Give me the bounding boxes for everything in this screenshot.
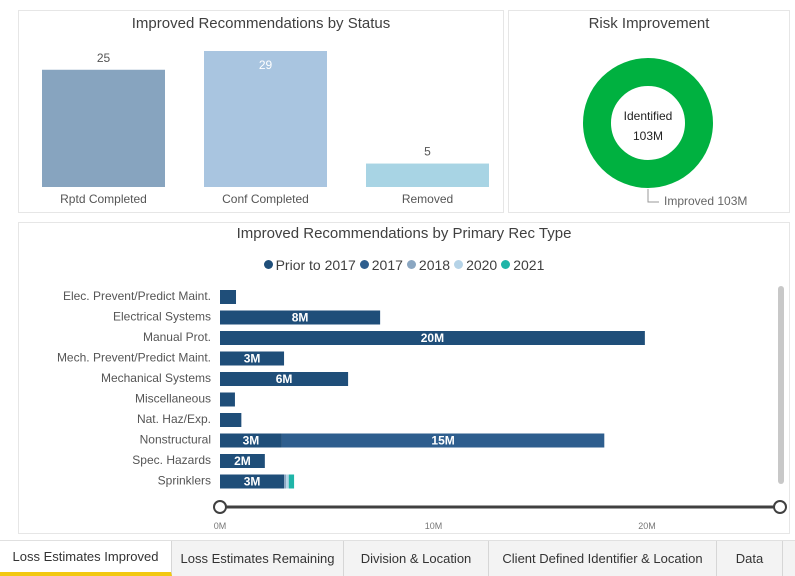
status-category-label: Removed [402,192,453,206]
x-axis-tick-label: 0M [214,521,227,531]
category-axis-label: Spec. Hazards [132,453,211,467]
x-axis-tick-label: 10M [425,521,443,531]
bar-data-label: 20M [421,331,444,345]
category-axis-label: Mechanical Systems [101,371,211,385]
slice-leader-line [647,189,659,203]
rec-type-bar-segment[interactable] [284,474,287,489]
category-axis-label: Electrical Systems [113,310,211,324]
status-category-label: Rptd Completed [60,192,147,206]
x-axis-tick-label: 20M [638,521,656,531]
tab-loss-estimates-improved[interactable]: Loss Estimates Improved [0,541,172,576]
status-bar-value-label: 5 [424,145,431,159]
bar-data-label: 15M [431,434,454,448]
donut-slice-improved[interactable] [583,58,713,188]
status-bar[interactable] [366,163,489,187]
rec-type-chart-panel: Improved Recommendations by Primary Rec … [18,222,790,534]
tab-division-location[interactable]: Division & Location [344,541,489,576]
tab-client-defined-identifier-location[interactable]: Client Defined Identifier & Location [489,541,717,576]
category-axis-label: Mech. Prevent/Predict Maint. [57,351,211,365]
vertical-scrollbar[interactable] [778,286,784,484]
bar-data-label: 3M [244,352,261,366]
bar-data-label: 8M [292,311,309,325]
rec-type-bar-segment[interactable] [288,474,295,489]
bar-data-label: 6M [276,372,293,386]
status-bar-chart: 25 Rptd Completed 29 Conf Completed 5 Removed [42,51,489,206]
rec-type-bar-chart: Elec. Prevent/Predict Maint. Electrical S… [57,289,787,531]
bar-data-label: 2M [234,454,251,468]
status-bar[interactable] [42,69,165,187]
rec-type-bar-segment[interactable] [220,392,235,407]
donut-center-value: 103M [633,129,663,143]
zoom-slider-handle-end[interactable] [773,500,787,514]
bar-data-label: 3M [244,475,261,489]
category-axis-label: Nonstructural [140,433,211,447]
donut-center-label: Identified [624,109,673,123]
category-axis-label: Sprinklers [158,474,211,488]
rec-type-bar-segment[interactable] [220,413,242,427]
tab-loss-estimates-remaining[interactable]: Loss Estimates Remaining [172,541,344,576]
category-axis-label: Nat. Haz/Exp. [137,412,211,426]
rec-type-bar-segment[interactable] [220,290,237,304]
risk-improvement-panel: Risk Improvement Identified 103M Improved … [508,10,790,213]
tab-data[interactable]: Data [717,541,783,576]
category-axis-label: Miscellaneous [135,392,211,406]
status-bar-value-label: 25 [97,51,111,65]
slice-data-label: Improved 103M [664,194,747,208]
bar-data-label: 3M [243,434,260,448]
status-bar-value-label: 29 [259,58,273,72]
status-category-label: Conf Completed [222,192,309,206]
category-axis-label: Elec. Prevent/Predict Maint. [63,289,211,303]
zoom-slider-handle-start[interactable] [213,500,227,514]
category-axis-label: Manual Prot. [143,330,211,344]
status-chart-panel: Improved Recommendations by Status 25 Rpt… [18,10,504,213]
page-tabs: Loss Estimates Improved Loss Estimates R… [0,540,795,576]
rec-type-bar-segment[interactable] [286,474,289,489]
risk-donut-chart: Identified 103M Improved 103M [583,58,747,208]
